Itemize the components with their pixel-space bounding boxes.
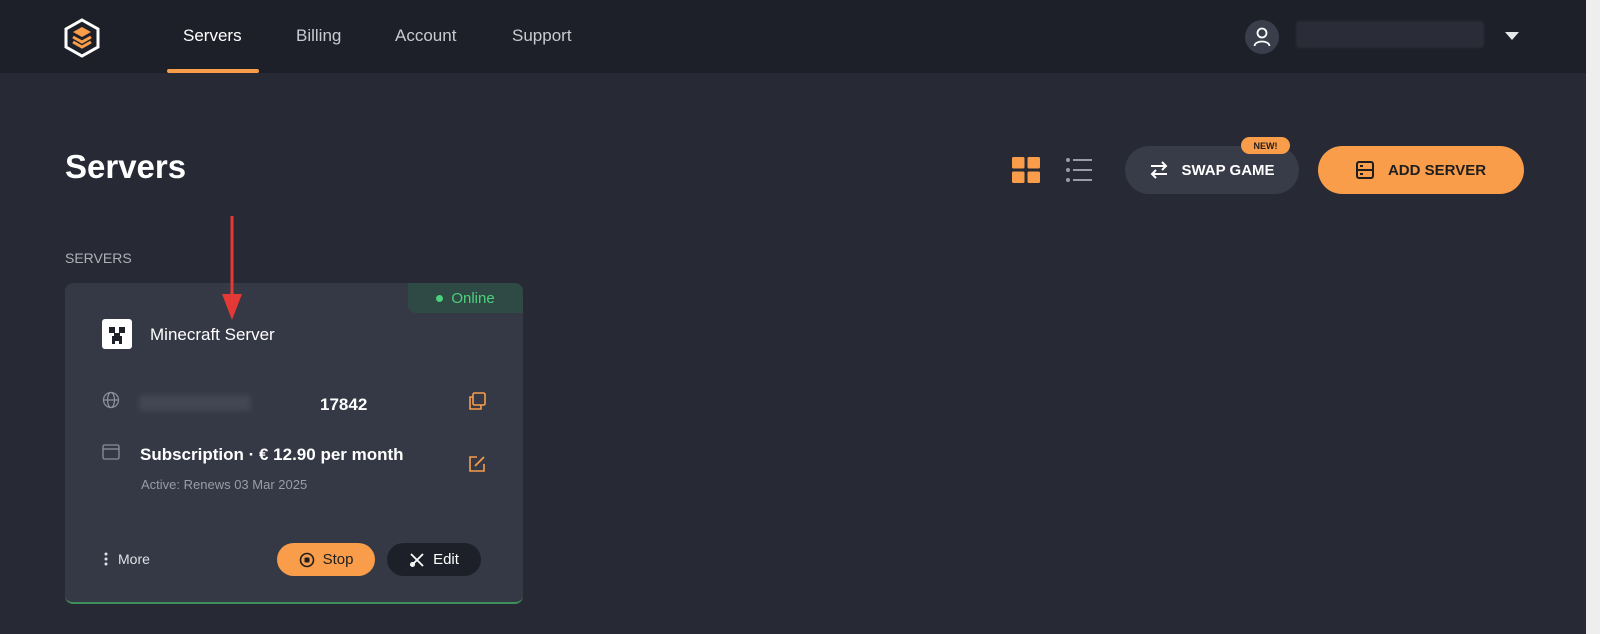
more-vertical-icon	[104, 552, 108, 566]
more-label: More	[118, 551, 150, 567]
annotation-arrow-icon	[222, 216, 242, 320]
status-text: Online	[451, 289, 495, 307]
nav-support[interactable]: Support	[512, 26, 572, 46]
minecraft-icon	[102, 319, 132, 349]
logo-icon[interactable]	[62, 18, 102, 58]
page-scrollbar[interactable]	[1586, 0, 1600, 634]
renewal-info: Active: Renews 03 Mar 2025	[141, 477, 308, 492]
tools-icon	[410, 552, 424, 567]
stop-icon	[299, 552, 314, 567]
more-button[interactable]: More	[104, 551, 150, 567]
stop-label: Stop	[322, 551, 354, 568]
edit-button[interactable]: Edit	[387, 543, 481, 576]
new-badge: NEW!	[1241, 137, 1290, 154]
grid-view-icon[interactable]	[1012, 157, 1040, 183]
nav-account[interactable]: Account	[395, 26, 456, 46]
ip-address-redacted	[139, 395, 251, 411]
add-server-button[interactable]: ADD SERVER	[1318, 146, 1524, 194]
server-icon	[1355, 161, 1374, 179]
active-nav-indicator	[167, 69, 259, 73]
server-name[interactable]: Minecraft Server	[150, 325, 275, 345]
swap-arrows-icon	[1151, 161, 1168, 179]
edit-label: Edit	[433, 551, 459, 568]
user-avatar[interactable]	[1245, 20, 1279, 54]
stop-button[interactable]: Stop	[277, 543, 375, 576]
top-nav-bar: Servers Billing Account Support	[0, 0, 1586, 73]
edit-subscription-icon[interactable]	[468, 455, 486, 473]
server-card[interactable]: Online Minecraft Server 17842 Subscripti…	[65, 283, 523, 604]
copy-icon[interactable]	[468, 392, 486, 410]
nav-billing[interactable]: Billing	[296, 26, 341, 46]
nav-servers[interactable]: Servers	[183, 26, 242, 46]
chevron-down-icon[interactable]	[1505, 32, 1519, 40]
swap-game-label: SWAP GAME	[1181, 161, 1275, 179]
add-server-label: ADD SERVER	[1387, 161, 1487, 179]
subscription-info: Subscription · € 12.90 per month	[140, 445, 404, 464]
page-title: Servers	[65, 148, 187, 185]
credit-card-icon	[102, 444, 120, 460]
globe-icon	[102, 391, 120, 409]
user-icon	[1253, 27, 1271, 47]
username-redacted[interactable]	[1296, 21, 1484, 48]
server-port: 17842	[320, 395, 368, 414]
online-dot-icon	[436, 294, 444, 302]
list-view-icon[interactable]	[1066, 157, 1092, 183]
section-label: SERVERS	[65, 250, 132, 266]
status-badge: Online	[408, 283, 523, 313]
